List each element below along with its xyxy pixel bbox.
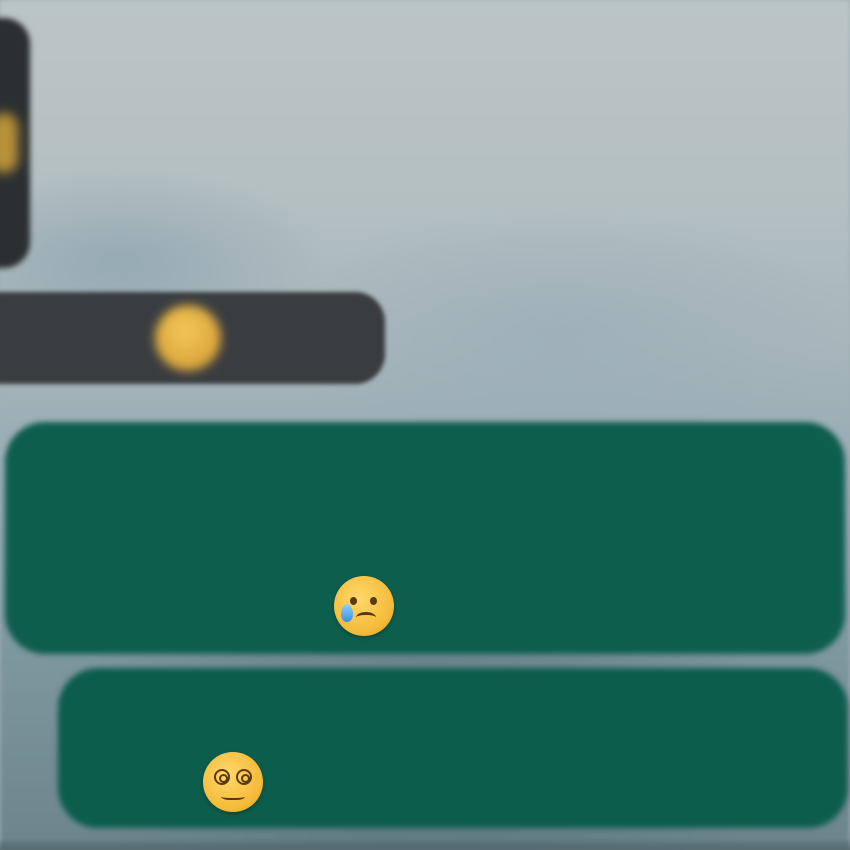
received-message-bubble-partial[interactable] (0, 18, 30, 268)
face-holding-back-tears-emoji (334, 576, 394, 636)
face-with-spiral-eyes-emoji (203, 752, 263, 812)
sent-message-bubble[interactable] (58, 668, 848, 828)
sent-message-bubble[interactable] (5, 422, 845, 654)
beaming-face-emoji (155, 305, 221, 371)
emoji-partial (0, 113, 18, 173)
bottom-edge (0, 838, 850, 850)
